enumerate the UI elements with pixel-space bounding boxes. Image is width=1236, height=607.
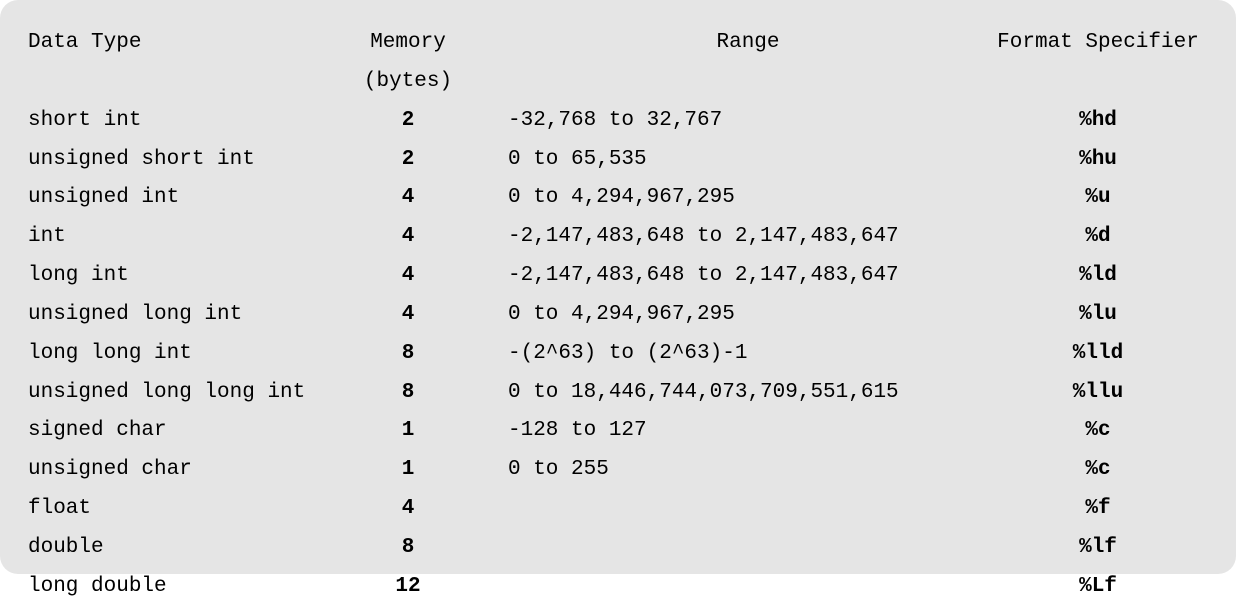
table-row: unsigned short int 2 0 to 65,535 %hu — [28, 141, 1208, 180]
cell-data-type: long int — [28, 257, 328, 296]
cell-memory: 8 — [328, 335, 488, 374]
cell-format: %hd — [988, 102, 1208, 141]
cell-data-type: unsigned char — [28, 451, 328, 490]
table-row: long int 4 -2,147,483,648 to 2,147,483,6… — [28, 257, 1208, 296]
cell-memory: 4 — [328, 218, 488, 257]
table-row: double 8 %lf — [28, 529, 1208, 568]
cell-memory: 4 — [328, 257, 488, 296]
cell-format: %ld — [988, 257, 1208, 296]
data-types-table: Data Type Memory (bytes) Range Format Sp… — [0, 0, 1236, 574]
cell-format: %u — [988, 179, 1208, 218]
table-row: long long int 8 -(2^63) to (2^63)-1 %lld — [28, 335, 1208, 374]
header-memory: Memory (bytes) — [328, 24, 488, 102]
cell-memory: 4 — [328, 179, 488, 218]
cell-range: 0 to 65,535 — [488, 141, 988, 180]
cell-data-type: int — [28, 218, 328, 257]
table-row: unsigned char 1 0 to 255 %c — [28, 451, 1208, 490]
cell-memory: 4 — [328, 296, 488, 335]
cell-range: -2,147,483,648 to 2,147,483,647 — [488, 218, 988, 257]
cell-data-type: unsigned int — [28, 179, 328, 218]
cell-range: 0 to 255 — [488, 451, 988, 490]
cell-format: %c — [988, 451, 1208, 490]
cell-format: %d — [988, 218, 1208, 257]
cell-range: -32,768 to 32,767 — [488, 102, 988, 141]
cell-range: 0 to 4,294,967,295 — [488, 179, 988, 218]
cell-memory: 1 — [328, 451, 488, 490]
header-format-specifier: Format Specifier — [988, 24, 1208, 63]
header-data-type: Data Type — [28, 24, 328, 63]
cell-memory: 2 — [328, 102, 488, 141]
cell-data-type: double — [28, 529, 328, 568]
cell-data-type: float — [28, 490, 328, 529]
cell-data-type: long long int — [28, 335, 328, 374]
cell-format: %c — [988, 412, 1208, 451]
cell-format: %lld — [988, 335, 1208, 374]
table-row: float 4 %f — [28, 490, 1208, 529]
cell-memory: 4 — [328, 490, 488, 529]
cell-memory: 1 — [328, 412, 488, 451]
table-header-row: Data Type Memory (bytes) Range Format Sp… — [28, 24, 1208, 102]
cell-format: %hu — [988, 141, 1208, 180]
table-row: short int 2 -32,768 to 32,767 %hd — [28, 102, 1208, 141]
table-row: unsigned long long int 8 0 to 18,446,744… — [28, 374, 1208, 413]
cell-memory: 8 — [328, 374, 488, 413]
cell-data-type: unsigned long int — [28, 296, 328, 335]
cell-range: 0 to 4,294,967,295 — [488, 296, 988, 335]
table-row: signed char 1 -128 to 127 %c — [28, 412, 1208, 451]
table-row: unsigned int 4 0 to 4,294,967,295 %u — [28, 179, 1208, 218]
cell-format: %lu — [988, 296, 1208, 335]
cell-data-type: unsigned short int — [28, 141, 328, 180]
cell-format: %llu — [988, 374, 1208, 413]
cell-range: -(2^63) to (2^63)-1 — [488, 335, 988, 374]
cell-range: -2,147,483,648 to 2,147,483,647 — [488, 257, 988, 296]
cell-range: -128 to 127 — [488, 412, 988, 451]
cell-memory: 2 — [328, 141, 488, 180]
cell-format: %f — [988, 490, 1208, 529]
cell-data-type: short int — [28, 102, 328, 141]
header-range: Range — [488, 24, 988, 63]
cell-range: 0 to 18,446,744,073,709,551,615 — [488, 374, 988, 413]
cell-data-type: unsigned long long int — [28, 374, 328, 413]
table-row: int 4 -2,147,483,648 to 2,147,483,647 %d — [28, 218, 1208, 257]
cell-format: %lf — [988, 529, 1208, 568]
cell-memory: 8 — [328, 529, 488, 568]
cell-data-type: signed char — [28, 412, 328, 451]
table-row: unsigned long int 4 0 to 4,294,967,295 %… — [28, 296, 1208, 335]
